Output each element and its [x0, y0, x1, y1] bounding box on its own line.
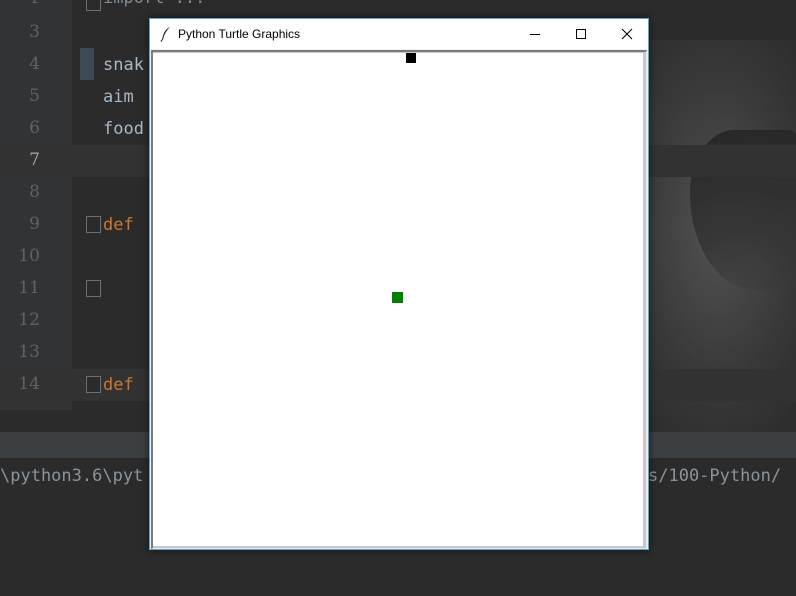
close-button[interactable] — [604, 19, 650, 49]
code-line[interactable]: def — [103, 215, 134, 235]
code-line[interactable]: import ... — [103, 0, 205, 8]
line-number: 4 — [29, 54, 40, 74]
code-line[interactable]: aim — [103, 87, 134, 107]
line-number: 12 — [18, 310, 40, 330]
minimize-button[interactable] — [512, 19, 558, 49]
fold-icon[interactable] — [86, 0, 101, 11]
code-line[interactable]: food — [103, 119, 144, 139]
line-number: 8 — [29, 182, 40, 202]
turtle-window: Python Turtle Graphics — [149, 18, 649, 550]
fold-icon[interactable] — [86, 376, 101, 393]
maximize-icon — [576, 29, 586, 39]
snake-segment — [406, 53, 416, 63]
window-title: Python Turtle Graphics — [178, 27, 301, 41]
line-number: 10 — [18, 246, 40, 266]
line-number: 9 — [29, 214, 40, 234]
line-number: 5 — [29, 86, 40, 106]
console-output: \python3.6\pyt — [0, 466, 144, 486]
line-number: 7 — [29, 150, 40, 170]
line-number: 14 — [18, 374, 40, 394]
fold-icon[interactable] — [86, 280, 101, 297]
line-number: 3 — [29, 22, 40, 42]
food-item — [392, 292, 403, 303]
line-number: 1 — [0, 0, 40, 8]
minimize-icon — [530, 34, 540, 35]
line-number: 13 — [18, 342, 40, 362]
fold-icon[interactable] — [86, 216, 101, 233]
code-line[interactable]: snak — [103, 55, 144, 75]
feather-icon — [160, 26, 172, 42]
maximize-button[interactable] — [558, 19, 604, 49]
caret-line-marker — [80, 48, 94, 80]
line-number: 6 — [29, 118, 40, 138]
console-output: s/100-Python/ — [648, 466, 782, 486]
line-number: 11 — [18, 278, 40, 298]
close-icon — [621, 28, 633, 40]
code-line[interactable]: def — [103, 375, 134, 395]
window-titlebar[interactable]: Python Turtle Graphics — [150, 19, 648, 49]
turtle-canvas[interactable] — [153, 53, 643, 546]
